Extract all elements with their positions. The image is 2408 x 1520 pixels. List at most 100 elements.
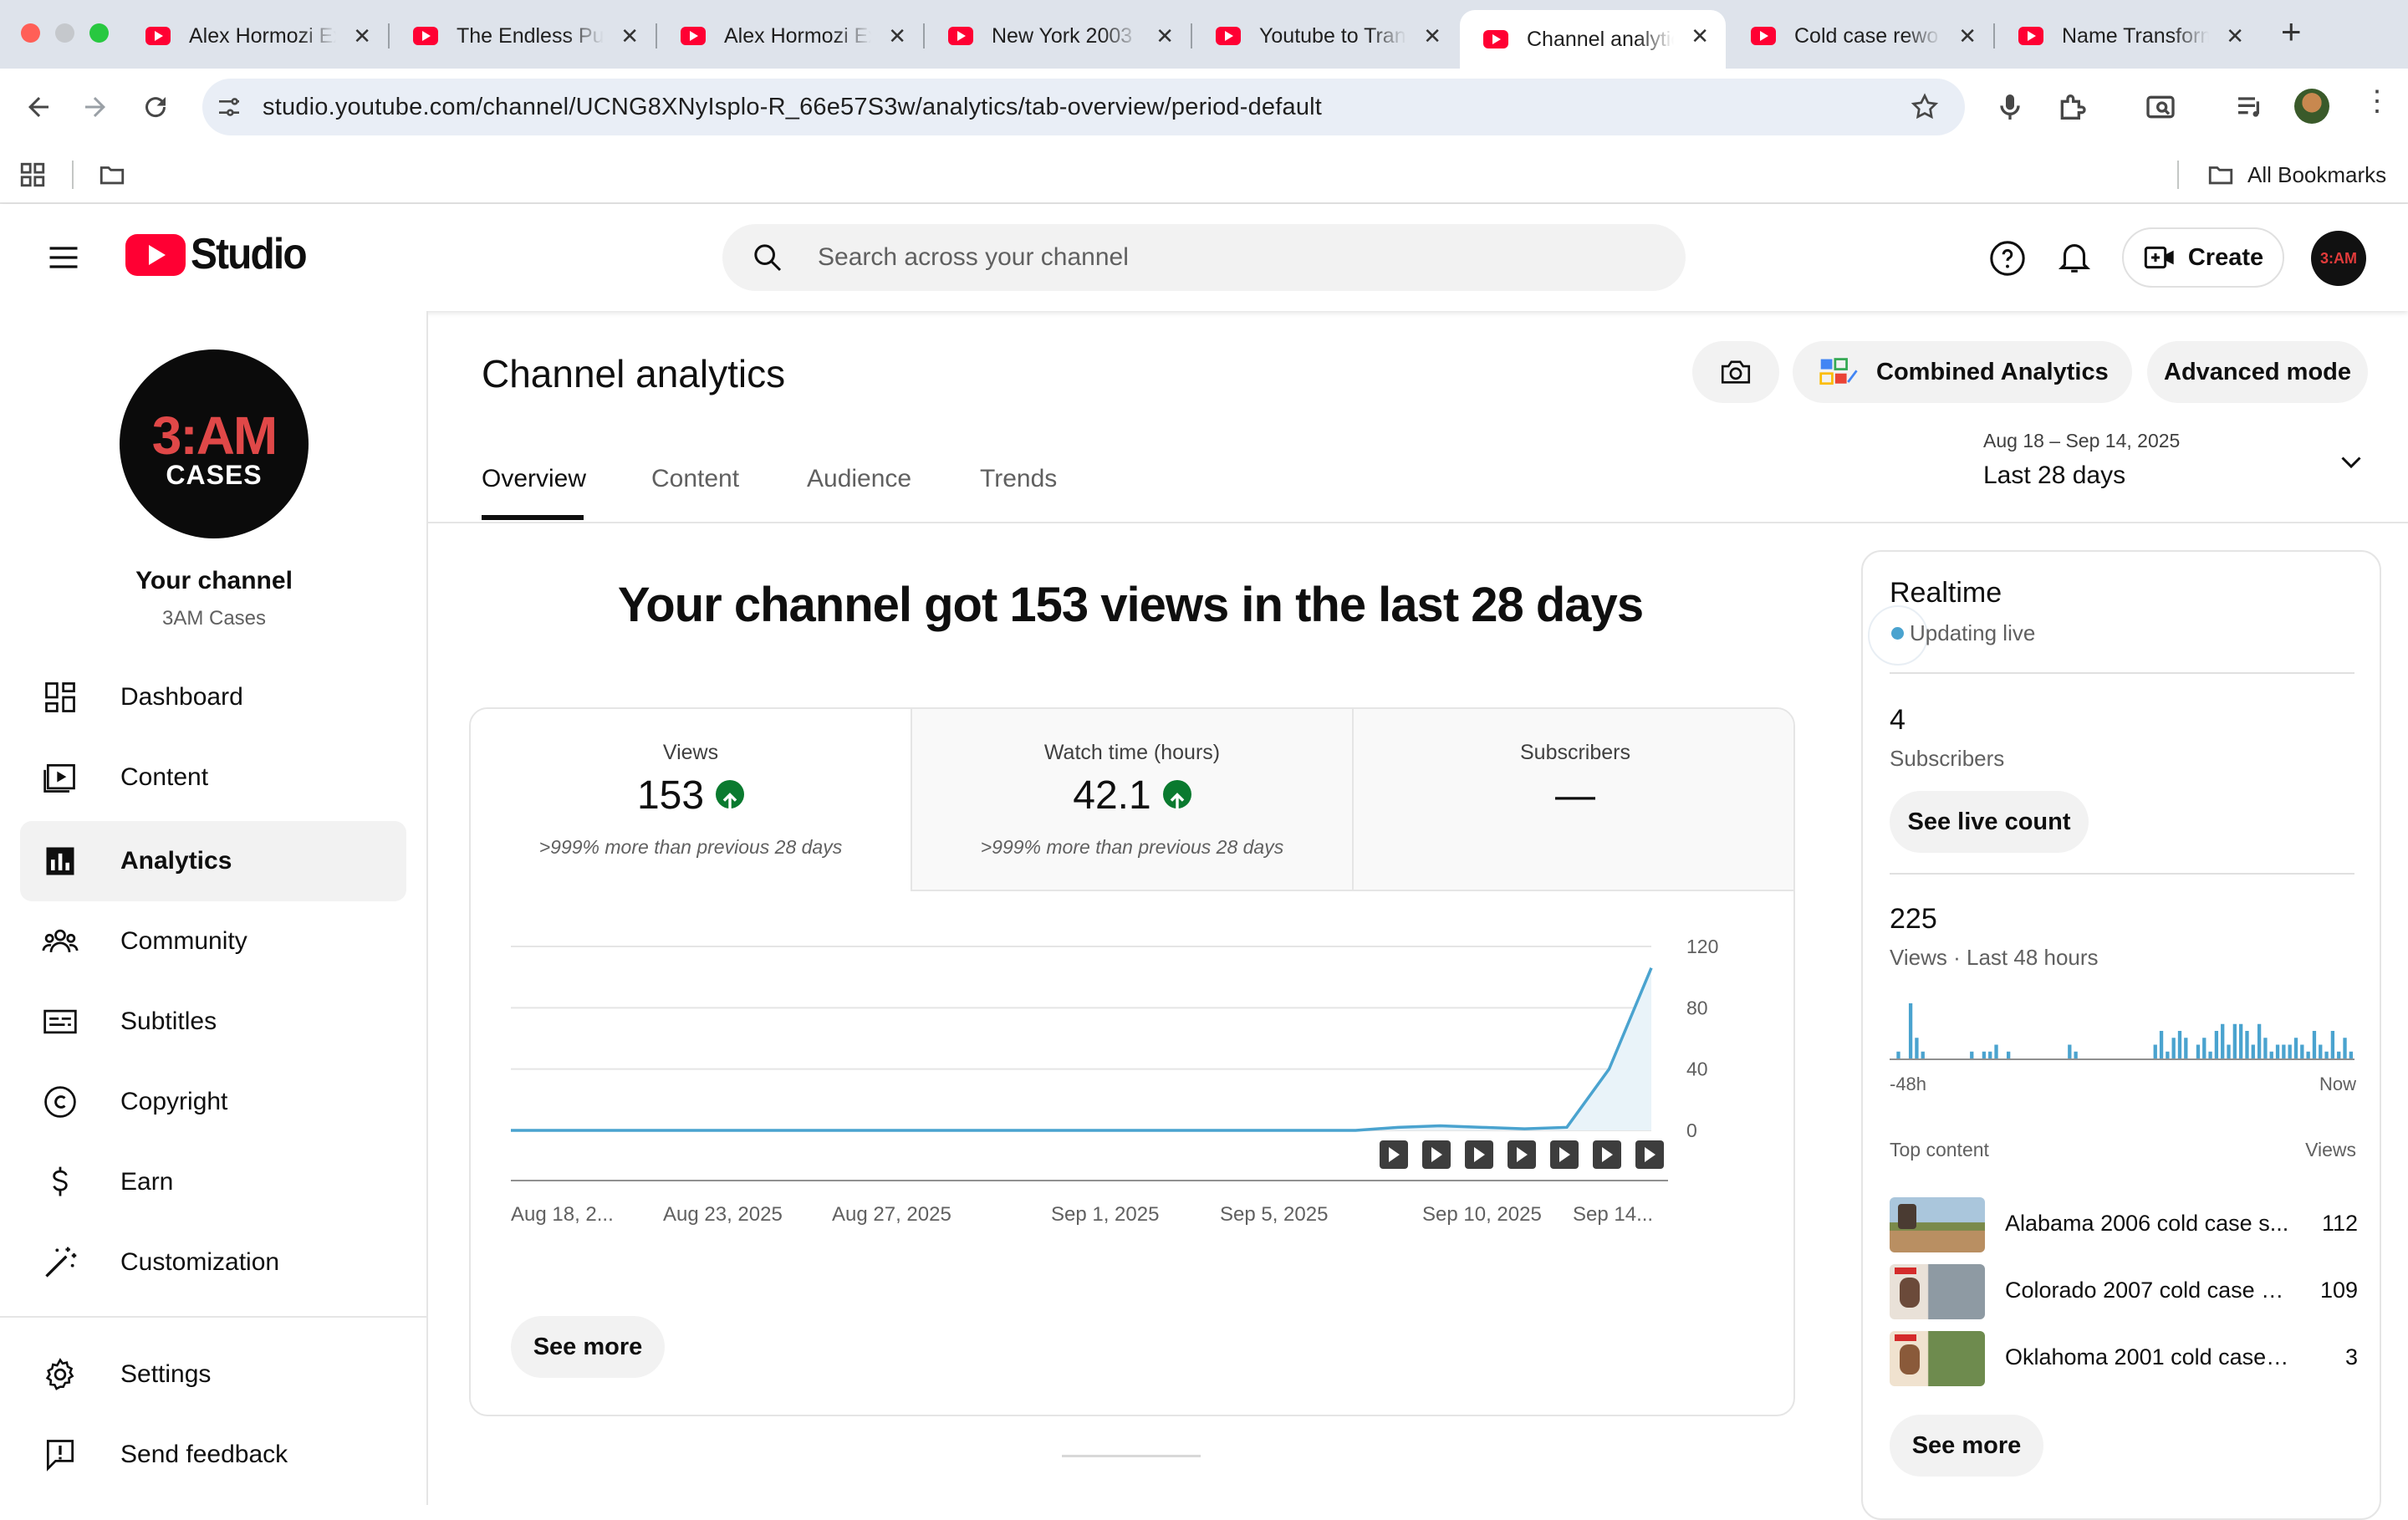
- sidebar-item-subtitles[interactable]: Subtitles: [20, 982, 406, 1062]
- back-arrow-icon[interactable]: [23, 92, 54, 122]
- browser-menu-icon[interactable]: ⋮: [2363, 87, 2391, 115]
- x-tick-label: Aug 23, 2025: [663, 1203, 783, 1226]
- hamburger-menu-icon[interactable]: [45, 239, 82, 276]
- sidebar-item-dashboard[interactable]: Dashboard: [20, 657, 406, 737]
- media-controls-icon[interactable]: [2234, 90, 2268, 124]
- community-icon: [42, 929, 79, 952]
- profile-avatar[interactable]: [2294, 89, 2329, 124]
- studio-logo-text[interactable]: Studio: [191, 229, 308, 279]
- active-tab-indicator: [482, 515, 584, 520]
- tab-title: Name Transform: [2062, 23, 2209, 48]
- advanced-mode-button[interactable]: Advanced mode: [2147, 341, 2368, 403]
- browser-tab[interactable]: Name Transform ✕: [1995, 10, 2261, 62]
- youtube-logo-icon[interactable]: [125, 234, 186, 276]
- realtime-views-label: Views · Last 48 hours: [1890, 945, 2099, 970]
- address-bar[interactable]: studio.youtube.com/channel/UCNG8XNyIsplo…: [202, 79, 1965, 135]
- browser-tab[interactable]: Alex Hormozi Ex ✕: [657, 10, 923, 62]
- see-live-count-button[interactable]: See live count: [1890, 791, 2089, 853]
- kpi-views[interactable]: Views 153 >999% more than previous 28 da…: [471, 709, 912, 891]
- settings-gear-icon: [45, 1358, 74, 1390]
- screenshot-button[interactable]: [1692, 341, 1779, 403]
- close-tab-icon[interactable]: ✕: [620, 25, 639, 47]
- help-icon[interactable]: [1988, 239, 2027, 278]
- kpi-subscribers[interactable]: Subscribers —: [1354, 709, 1793, 891]
- top-content-item[interactable]: Alabama 2006 cold case s... 112: [1890, 1197, 2358, 1252]
- all-bookmarks-link[interactable]: All Bookmarks: [2247, 162, 2386, 188]
- kpi-title: Watch time (hours): [1043, 741, 1221, 764]
- kpi-watch-time[interactable]: Watch time (hours) 42.1 >999% more than …: [912, 709, 1354, 891]
- sidebar-item-customization[interactable]: Customization: [20, 1222, 406, 1303]
- top-content-views: 109: [2319, 1278, 2358, 1303]
- close-window-button[interactable]: [21, 23, 40, 43]
- forward-arrow-icon[interactable]: [80, 92, 110, 122]
- browser-tab[interactable]: Cold case rewo ✕: [1727, 10, 1993, 62]
- see-more-button[interactable]: See more: [511, 1316, 665, 1378]
- customization-icon: [45, 1247, 77, 1278]
- site-info-icon[interactable]: [216, 94, 242, 120]
- analytics-icon: [46, 847, 74, 875]
- sidebar-item-analytics[interactable]: Analytics: [20, 821, 406, 901]
- close-tab-icon[interactable]: ✕: [353, 25, 371, 47]
- realtime-bar: [2166, 1051, 2170, 1058]
- sidebar-item-settings[interactable]: Settings: [20, 1334, 406, 1415]
- combined-analytics-button[interactable]: Combined Analytics: [1793, 341, 2132, 403]
- extensions-icon[interactable]: [2055, 90, 2089, 124]
- dashboard-icon: [45, 682, 75, 712]
- top-content-item[interactable]: Oklahoma 2001 cold case so... 3: [1890, 1331, 2358, 1386]
- notifications-bell-icon[interactable]: [2055, 237, 2094, 276]
- tab-separator: [388, 23, 390, 48]
- bookmark-star-icon[interactable]: [1910, 92, 1940, 122]
- kpi-value: —: [1555, 773, 1595, 818]
- reload-icon[interactable]: [140, 92, 171, 122]
- area-fill: [511, 967, 1651, 1130]
- realtime-bar: [2343, 1038, 2347, 1058]
- close-tab-icon[interactable]: ✕: [1156, 25, 1174, 47]
- channel-avatar[interactable]: 3:AM CASES: [120, 349, 309, 538]
- close-tab-icon[interactable]: ✕: [1691, 25, 1709, 47]
- live-dot-icon: [1891, 627, 1904, 640]
- close-tab-icon[interactable]: ✕: [888, 25, 906, 47]
- microphone-icon[interactable]: [1993, 90, 2027, 124]
- sidebar-item-send-feedback[interactable]: Send feedback: [20, 1415, 406, 1495]
- search-placeholder: Search across your channel: [818, 243, 1129, 271]
- tab-content[interactable]: Content: [651, 465, 739, 493]
- tab-audience[interactable]: Audience: [807, 465, 911, 493]
- top-content-item[interactable]: Colorado 2007 cold case s... 109: [1890, 1264, 2358, 1319]
- minimize-window-button[interactable]: [55, 23, 74, 43]
- browser-tab[interactable]: New York 2003 ✕: [925, 10, 1191, 62]
- tab-trends[interactable]: Trends: [980, 465, 1057, 493]
- apps-grid-icon[interactable]: [18, 161, 47, 189]
- page-title: Channel analytics: [482, 352, 786, 395]
- top-content-see-more-button[interactable]: See more: [1890, 1415, 2043, 1477]
- close-tab-icon[interactable]: ✕: [1958, 25, 1977, 47]
- sidebar-item-earn[interactable]: Earn: [20, 1142, 406, 1222]
- folder-icon[interactable]: [97, 161, 127, 189]
- series-line: [511, 967, 1653, 1132]
- y-tick-label: 40: [1686, 1058, 1708, 1080]
- sidebar-item-community[interactable]: Community: [20, 901, 406, 982]
- realtime-bar: [2159, 1031, 2164, 1058]
- browser-tab[interactable]: The Endless Pu ✕: [390, 10, 656, 62]
- browser-tab[interactable]: Alex Hormozi Ex ✕: [122, 10, 388, 62]
- sidebar-item-content[interactable]: Content: [20, 737, 406, 818]
- new-tab-button[interactable]: +: [2281, 12, 2302, 52]
- close-tab-icon[interactable]: ✕: [1423, 25, 1441, 47]
- close-tab-icon[interactable]: ✕: [2226, 25, 2244, 47]
- browser-toolbar: studio.youtube.com/channel/UCNG8XNyIsplo…: [0, 69, 2408, 145]
- realtime-bar: [2177, 1031, 2182, 1058]
- sidebar-item-copyright[interactable]: Copyright: [20, 1062, 406, 1142]
- trend-up-icon: [716, 780, 745, 809]
- realtime-bar: [2319, 1044, 2323, 1058]
- search-input[interactable]: Search across your channel: [722, 224, 1686, 291]
- tab-search-icon[interactable]: [2144, 90, 2177, 124]
- tab-overview[interactable]: Overview: [482, 465, 586, 493]
- realtime-bar: [2312, 1031, 2317, 1058]
- video-marker-icon: [1593, 1140, 1621, 1169]
- create-button[interactable]: Create: [2122, 227, 2284, 288]
- scroll-indicator: [1062, 1455, 1201, 1457]
- browser-tab[interactable]: Youtube to Tran ✕: [1192, 10, 1458, 62]
- date-range-picker[interactable]: Aug 18 – Sep 14, 2025 Last 28 days: [1983, 430, 2368, 497]
- maximize-window-button[interactable]: [89, 23, 109, 43]
- browser-tab[interactable]: Channel analytic ✕: [1460, 10, 1726, 69]
- account-avatar[interactable]: 3:AM: [2311, 231, 2366, 286]
